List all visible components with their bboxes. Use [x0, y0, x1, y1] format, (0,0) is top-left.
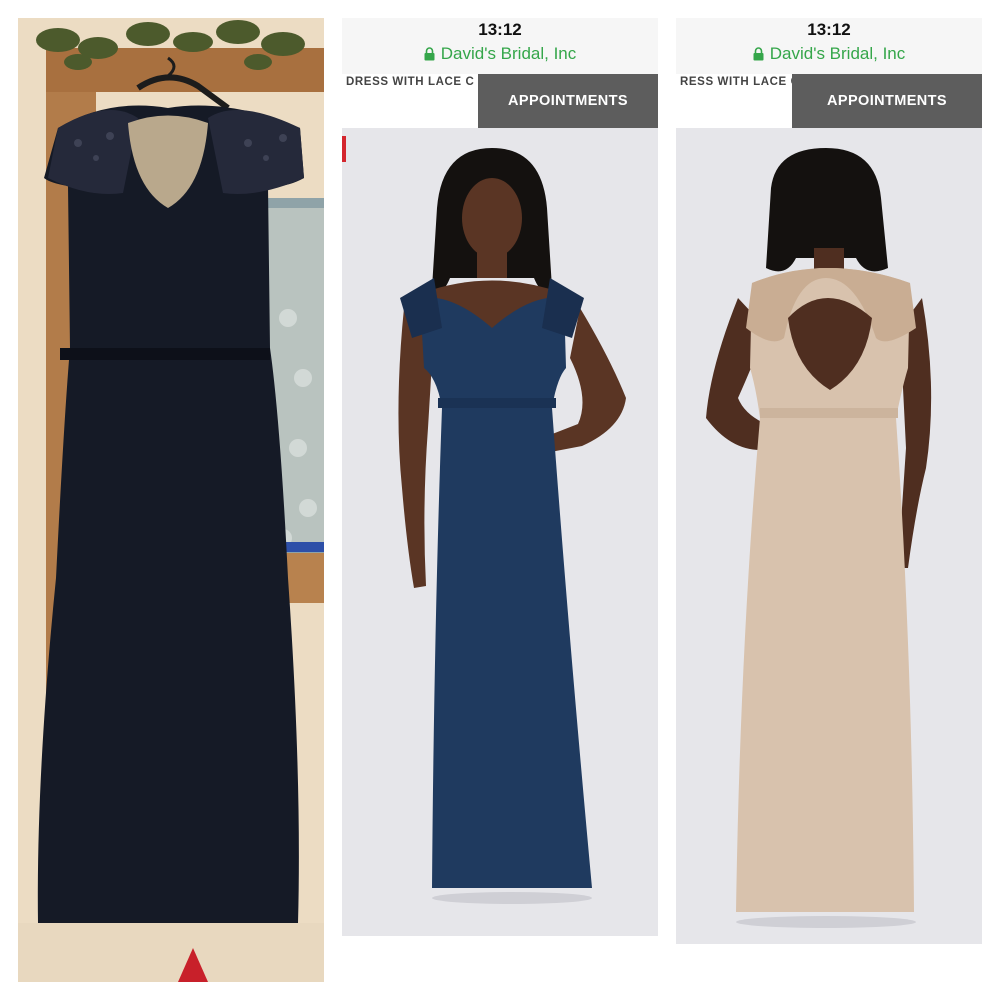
secure-site-indicator[interactable]: David's Bridal, Inc — [342, 44, 658, 64]
product-image[interactable] — [676, 128, 982, 944]
secure-site-indicator[interactable]: David's Bridal, Inc — [676, 44, 982, 64]
product-header: RESS WITH LACE C APPOINTMENTS — [676, 74, 982, 128]
appointments-button[interactable]: APPOINTMENTS — [478, 74, 658, 128]
site-name: David's Bridal, Inc — [769, 44, 906, 63]
lock-icon — [424, 47, 435, 61]
appointments-button[interactable]: APPOINTMENTS — [792, 74, 982, 128]
product-title: RESS WITH LACE C — [680, 76, 800, 88]
product-title: DRESS WITH LACE C — [346, 76, 475, 88]
product-image[interactable] — [342, 128, 658, 936]
model-back-illustration — [676, 128, 982, 944]
status-bar: 13:12 David's Bridal, Inc — [676, 18, 982, 74]
lock-icon — [753, 47, 764, 61]
model-front-illustration — [342, 128, 658, 936]
product-header: DRESS WITH LACE C APPOINTMENTS — [342, 74, 658, 128]
status-bar: 13:12 David's Bridal, Inc — [342, 18, 658, 74]
site-name: David's Bridal, Inc — [440, 44, 577, 63]
back-view-screenshot: 13:12 David's Bridal, Inc RESS WITH LACE… — [676, 18, 982, 944]
sale-tab — [342, 136, 346, 162]
dress-photo-illustration — [18, 18, 324, 982]
status-time: 13:12 — [807, 20, 851, 39]
front-view-screenshot: 13:12 David's Bridal, Inc DRESS WITH LAC… — [342, 18, 658, 936]
status-time: 13:12 — [478, 20, 522, 39]
dress-photo — [18, 18, 324, 982]
